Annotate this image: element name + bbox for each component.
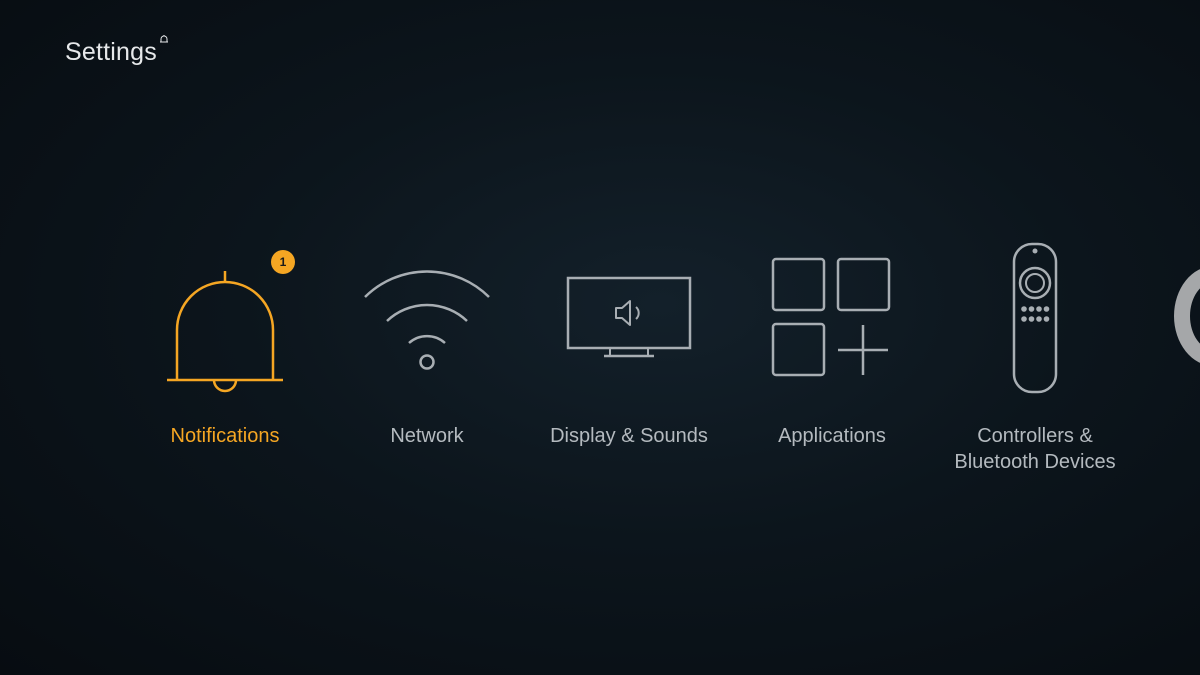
header: Settings (65, 35, 169, 67)
tv-speaker-icon (566, 276, 692, 358)
notification-badge: 1 (271, 250, 295, 274)
bell-icon (159, 35, 168, 43)
item-label: Controllers & Bluetooth Devices (954, 425, 1116, 473)
menu-item-controllers-bluetooth[interactable]: Controllers & Bluetooth Devices (935, 238, 1135, 475)
icon-wrap (935, 238, 1135, 398)
wifi-icon (364, 270, 490, 370)
apps-grid-icon (771, 257, 891, 377)
icon-wrap (529, 238, 729, 398)
page-title: Settings (65, 38, 157, 66)
icon-wrap (732, 238, 932, 398)
menu-item-notifications[interactable]: 1 Notifications (125, 238, 325, 449)
bell-icon (167, 271, 283, 393)
item-label: Applications (778, 425, 886, 447)
next-item-peek-icon[interactable] (1174, 266, 1200, 366)
icon-wrap: 1 (125, 238, 325, 398)
remote-control-icon (1012, 242, 1058, 394)
menu-item-display-sounds[interactable]: Display & Sounds (529, 238, 729, 449)
item-label: Network (390, 425, 464, 447)
item-label: Display & Sounds (550, 425, 708, 447)
menu-item-network[interactable]: Network (327, 238, 527, 449)
icon-wrap (327, 238, 527, 398)
menu-item-applications[interactable]: Applications (732, 238, 932, 449)
item-label: Notifications (170, 425, 280, 447)
